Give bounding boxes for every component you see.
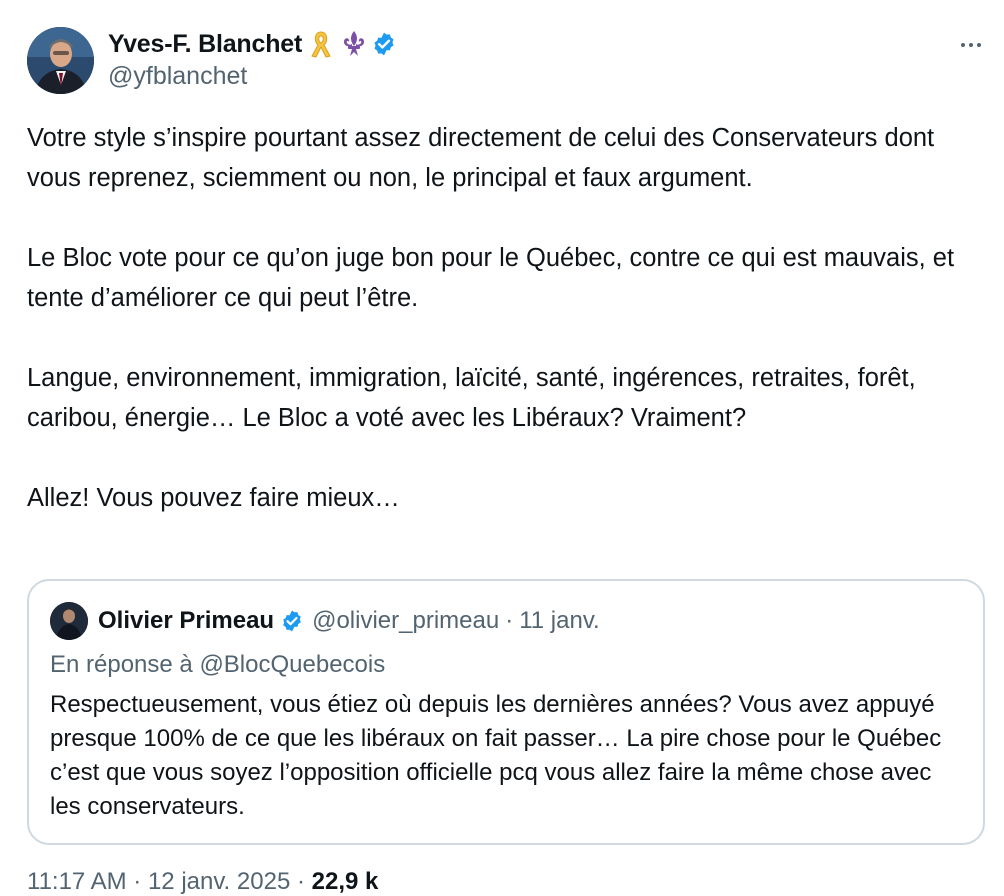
verified-badge-icon[interactable] xyxy=(280,609,304,633)
more-options-icon[interactable] xyxy=(956,30,986,60)
quoted-reply-context[interactable]: En réponse à @BlocQuebecois xyxy=(50,651,385,679)
author-name-row: Yves-F. Blanchet xyxy=(108,26,397,62)
tweet-paragraph: Le Bloc vote pour ce qu’on juge bon pour… xyxy=(27,244,955,312)
tweet-timestamp[interactable]: 11:17 AM · 12 janv. 2025 · 22,9 k xyxy=(27,868,378,896)
verified-badge-icon[interactable] xyxy=(371,31,397,57)
author-display-name[interactable]: Yves-F. Blanchet xyxy=(108,30,302,59)
separator-dot: · xyxy=(505,607,514,634)
quoted-handle[interactable]: @olivier_primeau xyxy=(312,607,499,635)
tweet-paragraph: Votre style s’inspire pourtant assez dir… xyxy=(27,124,935,192)
quoted-text: Respectueusement, vous étiez où depuis l… xyxy=(50,691,942,820)
views-count: 22,9 k xyxy=(311,868,379,895)
quoted-tweet[interactable]: Olivier Primeau @olivier_primeau · 11 ja… xyxy=(27,579,985,845)
tweet-card: Yves-F. Blanchet @yfblanchet Votre style… xyxy=(0,0,1004,895)
tweet-body: Votre style s’inspire pourtant assez dir… xyxy=(27,118,982,518)
yellow-ribbon-icon xyxy=(308,30,334,58)
quoted-author-avatar[interactable] xyxy=(50,602,88,640)
quoted-date[interactable]: 11 janv. xyxy=(519,607,600,635)
quoted-display-name[interactable]: Olivier Primeau xyxy=(98,607,274,635)
fleur-de-lis-icon xyxy=(340,30,366,58)
tweet-paragraph: Allez! Vous pouvez faire mieux… xyxy=(27,484,400,512)
timestamp-text: 11:17 AM · 12 janv. 2025 · xyxy=(27,868,305,895)
tweet-paragraph: Langue, environnement, immigration, laïc… xyxy=(27,364,916,432)
author-avatar[interactable] xyxy=(27,27,94,94)
quoted-header: Olivier Primeau @olivier_primeau · 11 ja… xyxy=(98,602,600,640)
author-handle[interactable]: @yfblanchet xyxy=(108,62,247,91)
